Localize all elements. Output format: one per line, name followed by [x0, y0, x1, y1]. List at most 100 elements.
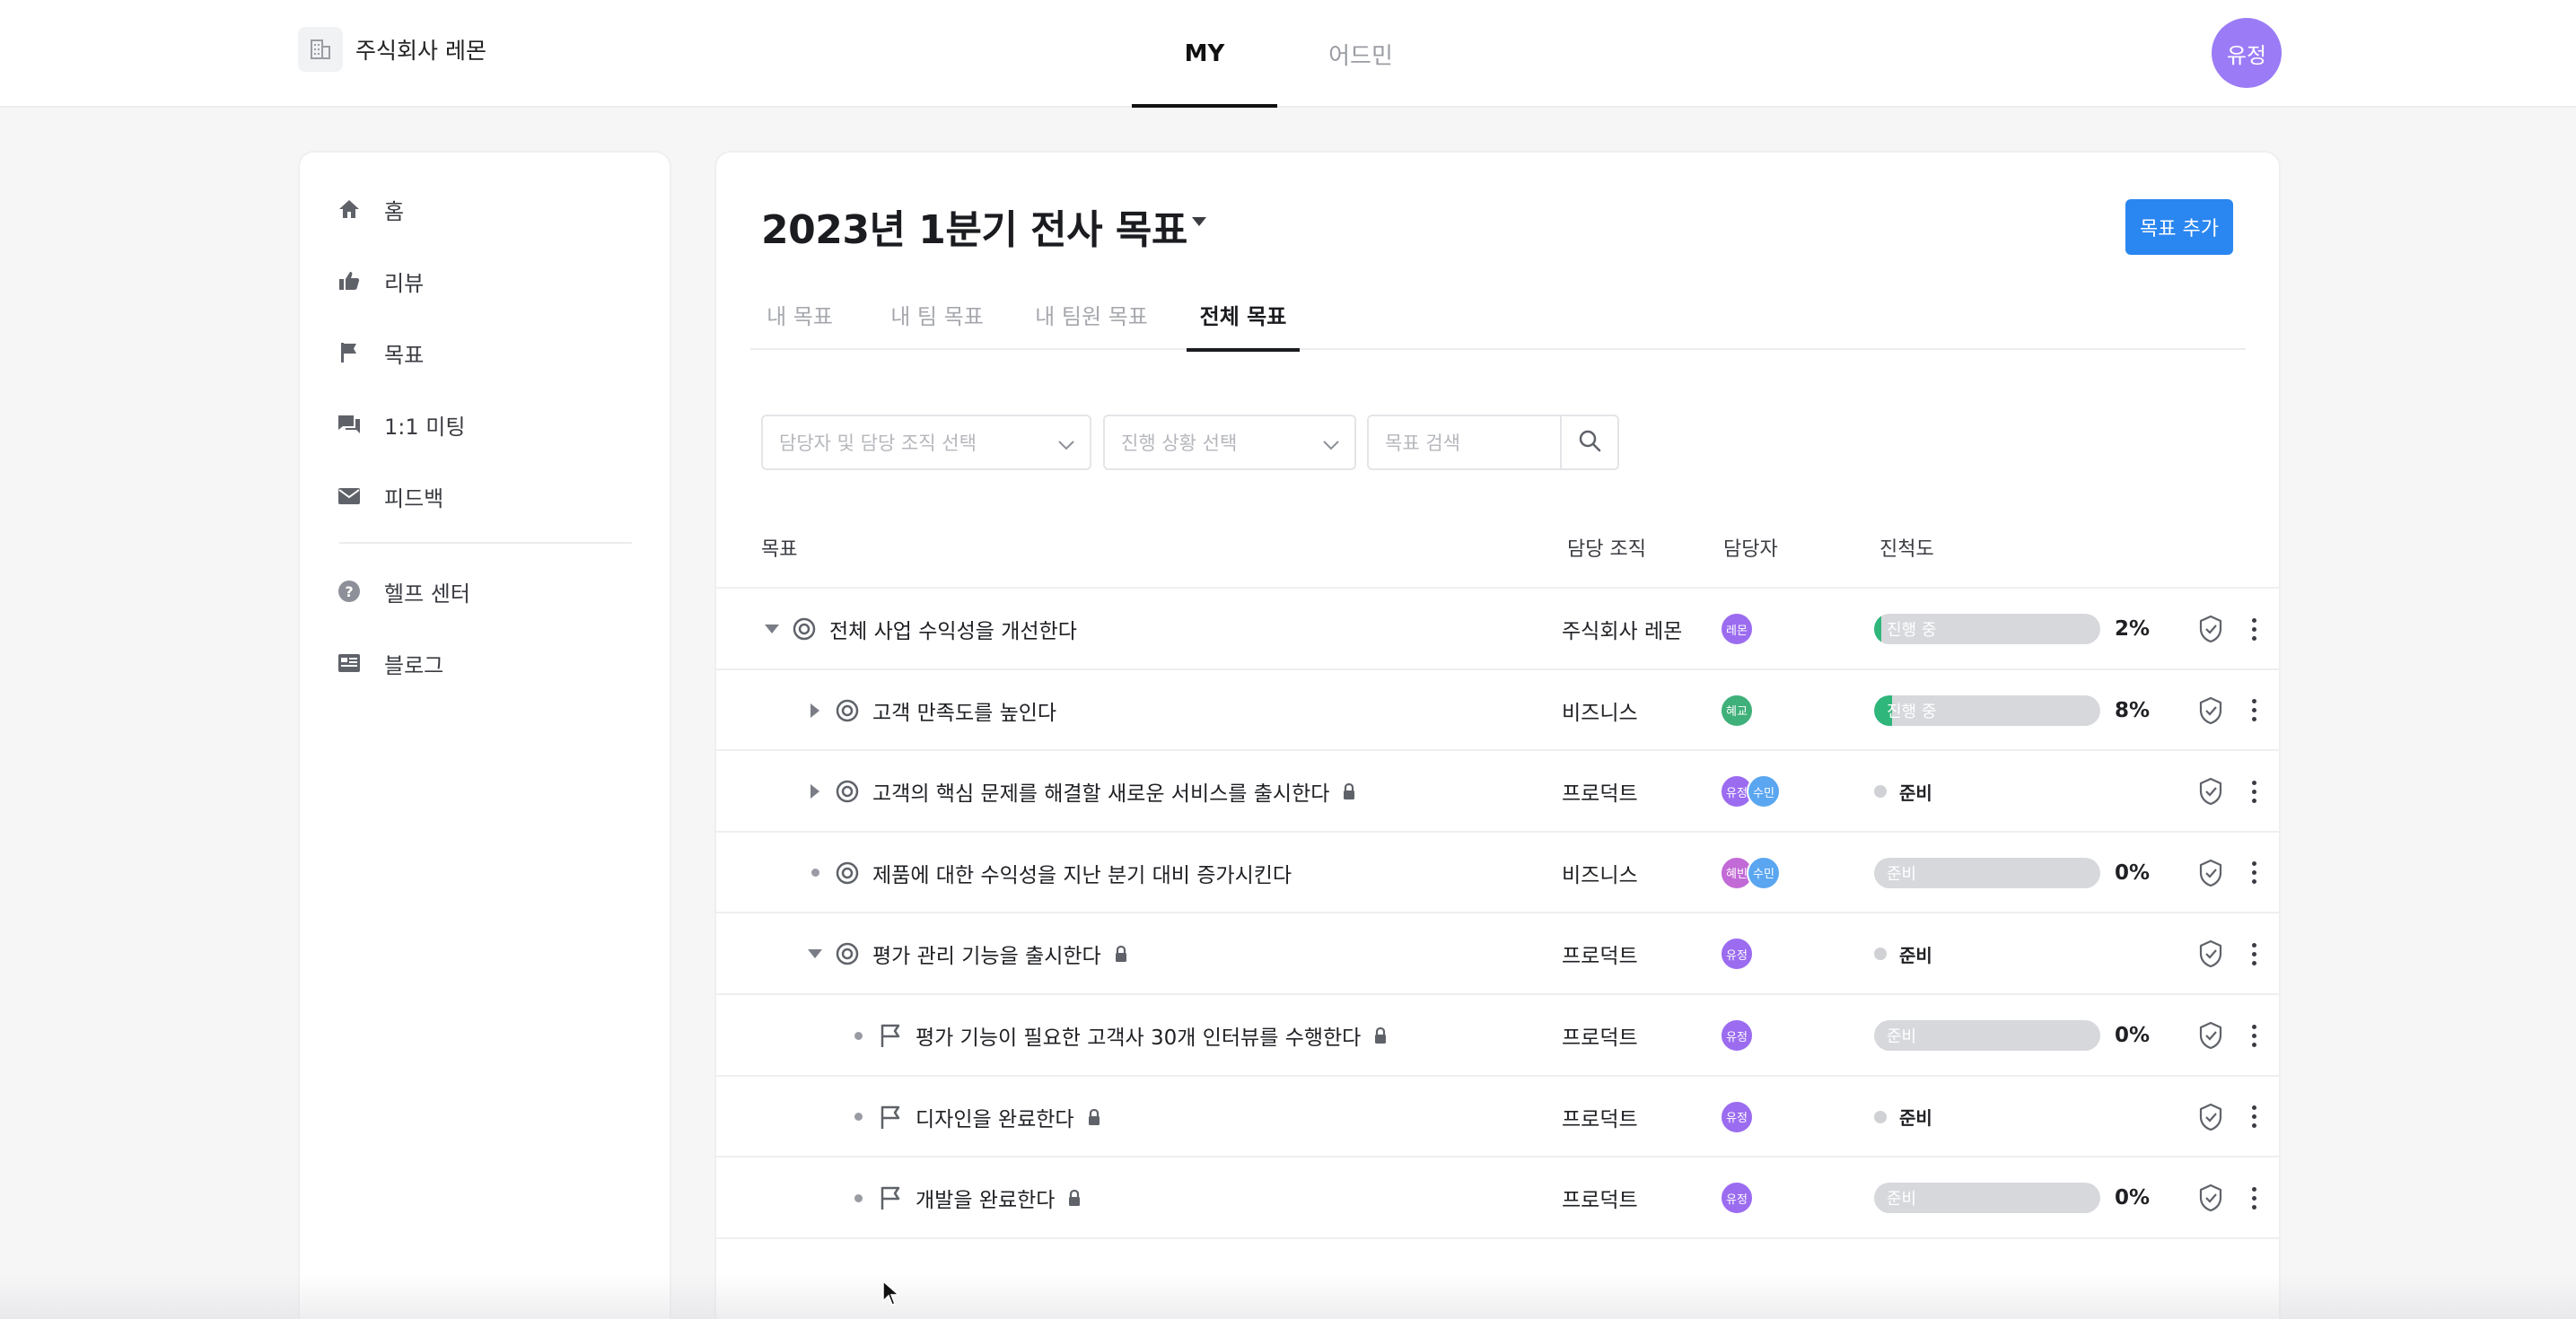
goal-org: 프로덕트 [1562, 1189, 1638, 1213]
table-row[interactable]: 고객의 핵심 문제를 해결할 새로운 서비스를 출시한다 프로덕트 유정 수민 준비 [716, 749, 2279, 830]
goal-title[interactable]: 디자인을 완료한다 [916, 1077, 1101, 1157]
table-row[interactable]: 제품에 대한 수익성을 지난 분기 대비 증가시킨다 비즈니스 혜빈 수민 준비 0% [716, 830, 2279, 913]
table-row[interactable]: 개발을 완료한다 프로덕트 유정 준비 0% [716, 1156, 2279, 1236]
progress-bar: 준비 0% [1874, 1157, 2150, 1238]
nav-tab-my[interactable]: MY [1132, 0, 1277, 108]
sidebar-item-review[interactable]: 리뷰 [336, 260, 424, 301]
column-header-goal: 목표 [761, 538, 798, 561]
progress-status-label: 진행 중 [1887, 621, 1937, 640]
goal-status: 준비 [1874, 913, 1932, 994]
user-avatar[interactable]: 유정 [2212, 18, 2282, 88]
add-goal-button[interactable]: 목표 추가 [2125, 199, 2233, 255]
avatar[interactable]: 수민 [1747, 855, 1781, 890]
collapse-caret-icon[interactable] [763, 589, 781, 669]
table-row[interactable]: 고객 만족도를 높인다 비즈니스 혜교 진행 중 8% [716, 668, 2279, 749]
expand-caret-icon[interactable] [806, 751, 824, 832]
goal-tabs: 내 목표 내 팀 목표 내 팀원 목표 전체 목표 [750, 278, 2246, 352]
sidebar-item-label: 1:1 미팅 [384, 414, 466, 440]
nav-tab-admin[interactable]: 어드민 [1292, 0, 1429, 108]
goal-title[interactable]: 평가 기능이 필요한 고객사 30개 인터뷰를 수행한다 [916, 995, 1388, 1076]
avatar[interactable]: 유정 [1720, 937, 1754, 972]
goal-title-text: 고객의 핵심 문제를 해결할 새로운 서비스를 출시한다 [872, 782, 1330, 807]
goal-title[interactable]: 고객의 핵심 문제를 해결할 새로운 서비스를 출시한다 [872, 751, 1356, 832]
check-in-icon[interactable] [2197, 670, 2224, 751]
check-in-icon[interactable] [2197, 751, 2224, 832]
table-row[interactable]: 전체 사업 수익성을 개선한다 주식회사 레몬 레몬 진행 중 2% [716, 587, 2279, 668]
goal-title-text: 평가 관리 기능을 출시한다 [872, 945, 1101, 969]
goal-title[interactable]: 개발을 완료한다 [916, 1157, 1082, 1238]
svg-text:?: ? [345, 583, 353, 600]
tab-my-team-member-goals[interactable]: 내 팀원 목표 [1023, 278, 1160, 350]
check-in-icon[interactable] [2197, 833, 2224, 913]
more-options-icon[interactable] [2245, 751, 2263, 832]
caret-down-icon[interactable] [1192, 217, 1206, 226]
goal-title[interactable]: 제품에 대한 수익성을 지난 분기 대비 증가시킨다 [872, 833, 1292, 913]
tab-my-team-goals[interactable]: 내 팀 목표 [880, 278, 994, 350]
goal-status: 준비 [1874, 1077, 1932, 1157]
avatar[interactable]: 유정 [1720, 1181, 1754, 1216]
sidebar-item-feedback[interactable]: 피드백 [336, 476, 443, 517]
progress-percent: 8% [2115, 698, 2151, 722]
progress-bar: 진행 중 8% [1874, 670, 2150, 751]
sidebar-item-label: 목표 [384, 342, 425, 368]
sidebar-item-one-on-one[interactable]: 1:1 미팅 [336, 404, 465, 445]
avatar[interactable]: 레몬 [1720, 612, 1754, 646]
more-options-icon[interactable] [2245, 833, 2263, 913]
progress-percent: 0% [2115, 1024, 2151, 1047]
search-button[interactable] [1560, 415, 1619, 470]
lock-icon [1373, 1026, 1388, 1044]
avatar[interactable]: 유정 [1720, 1018, 1754, 1053]
bullet-dot-icon [849, 1077, 867, 1157]
avatar[interactable]: 수민 [1747, 774, 1781, 809]
goal-title[interactable]: 전체 사업 수익성을 개선한다 [829, 589, 1077, 669]
sidebar-item-label: 헬프 센터 [384, 581, 470, 607]
expand-caret-icon[interactable] [806, 670, 824, 751]
more-options-icon[interactable] [2245, 589, 2263, 669]
more-options-icon[interactable] [2245, 1077, 2263, 1157]
company-switcher[interactable]: 주식회사 레몬 [298, 27, 486, 72]
more-options-icon[interactable] [2245, 1157, 2263, 1238]
progress-bar: 준비 0% [1874, 833, 2150, 913]
owner-filter-placeholder: 담당자 및 담당 조직 선택 [779, 432, 977, 454]
more-options-icon[interactable] [2245, 670, 2263, 751]
sidebar-item-help-center[interactable]: ? 헬프 센터 [336, 571, 470, 612]
more-options-icon[interactable] [2245, 995, 2263, 1076]
sidebar-divider [339, 542, 632, 544]
more-options-icon[interactable] [2245, 913, 2263, 994]
check-in-icon[interactable] [2197, 1157, 2224, 1238]
progress-bar: 진행 중 2% [1874, 589, 2150, 669]
status-text: 준비 [1899, 1107, 1932, 1130]
check-in-icon[interactable] [2197, 589, 2224, 669]
sidebar: 홈 리뷰 목표 1:1 미팅 피드백 ? 헬프 센터 블로그 [298, 151, 671, 1319]
owner-filter-select[interactable]: 담당자 및 담당 조직 선택 [761, 415, 1091, 470]
progress-percent: 2% [2115, 617, 2151, 641]
blog-icon [336, 650, 363, 677]
sidebar-item-blog[interactable]: 블로그 [336, 642, 443, 684]
tab-all-goals[interactable]: 전체 목표 [1187, 278, 1300, 352]
check-in-icon[interactable] [2197, 995, 2224, 1076]
goal-title[interactable]: 고객 만족도를 높인다 [872, 670, 1056, 751]
sidebar-item-home[interactable]: 홈 [336, 188, 404, 230]
status-filter-select[interactable]: 진행 상황 선택 [1103, 415, 1356, 470]
sidebar-item-goals[interactable]: 목표 [336, 332, 424, 373]
goal-title[interactable]: 평가 관리 기능을 출시한다 [872, 913, 1128, 994]
tab-my-goals[interactable]: 내 목표 [750, 278, 849, 350]
flag-icon [336, 339, 363, 366]
check-in-icon[interactable] [2197, 913, 2224, 994]
collapse-caret-icon[interactable] [806, 913, 824, 994]
top-bar: 주식회사 레몬 MY 어드민 유정 [0, 0, 2576, 108]
goal-org: 프로덕트 [1562, 1107, 1638, 1131]
goal-org: 프로덕트 [1562, 782, 1638, 807]
goal-search-input[interactable]: 목표 검색 [1367, 415, 1562, 470]
check-in-icon[interactable] [2197, 1077, 2224, 1157]
avatar[interactable]: 유정 [1720, 1099, 1754, 1134]
goal-owners: 유정 [1720, 913, 1754, 994]
progress-track: 진행 중 [1874, 614, 2100, 644]
table-row[interactable]: 디자인을 완료한다 프로덕트 유정 준비 [716, 1074, 2279, 1157]
table-row[interactable]: 평가 기능이 필요한 고객사 30개 인터뷰를 수행한다 프로덕트 유정 준비 0% [716, 993, 2279, 1074]
flag-outline-icon [878, 995, 905, 1076]
page-title[interactable]: 2023년 1분기 전사 목표 [761, 197, 1187, 255]
avatar[interactable]: 혜교 [1720, 693, 1754, 728]
table-row[interactable]: 평가 관리 기능을 출시한다 프로덕트 유정 준비 [716, 912, 2279, 992]
goal-title-text: 디자인을 완료한다 [916, 1107, 1074, 1131]
